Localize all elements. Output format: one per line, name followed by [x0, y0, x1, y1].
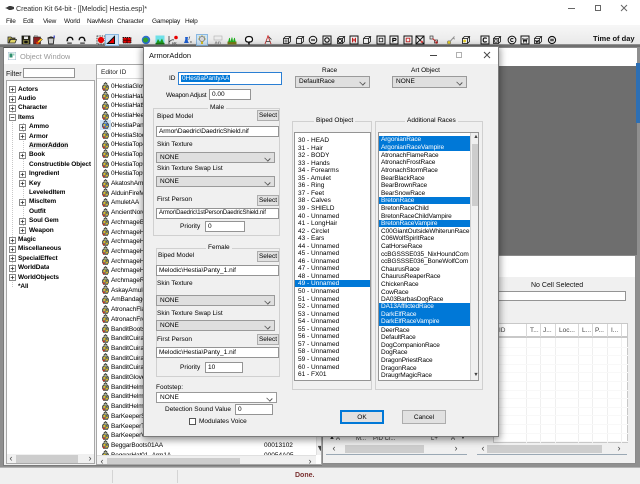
- svg-text:PG: PG: [34, 35, 39, 38]
- svg-text:HK: HK: [172, 42, 177, 46]
- svg-text:x: x: [190, 40, 192, 44]
- svg-text:an: an: [215, 41, 222, 45]
